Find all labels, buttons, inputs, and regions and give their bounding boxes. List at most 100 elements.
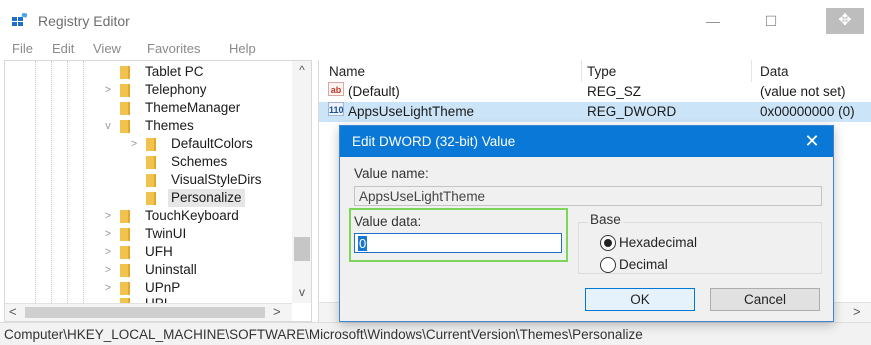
- tree-item-label: Telephony: [145, 82, 207, 97]
- folder-icon: [120, 228, 130, 241]
- folder-icon: [146, 192, 156, 205]
- status-bar: Computer\HKEY_LOCAL_MACHINE\SOFTWARE\Mic…: [0, 322, 871, 345]
- menu-file[interactable]: File: [12, 41, 33, 56]
- tree-item-defaultcolors[interactable]: > DefaultColors: [5, 135, 290, 153]
- tree-vertical-scrollbar[interactable]: ^ v: [292, 61, 311, 303]
- hexadecimal-label[interactable]: Hexadecimal: [619, 235, 697, 250]
- scroll-up-icon[interactable]: ^: [292, 63, 311, 77]
- tree-item-label: TwinUI: [145, 226, 187, 241]
- tree-item-uninstall[interactable]: > Uninstall: [5, 261, 290, 279]
- column-header-data[interactable]: Data: [760, 64, 789, 79]
- tree-item-schemes[interactable]: Schemes: [5, 153, 290, 171]
- folder-icon: [146, 156, 156, 169]
- value-name: (Default): [348, 84, 400, 99]
- tree-item-twinui[interactable]: > TwinUI: [5, 225, 290, 243]
- tree-item-label: Tablet PC: [145, 64, 204, 79]
- ok-button[interactable]: OK: [585, 288, 695, 311]
- expand-arrow-icon[interactable]: >: [101, 225, 115, 243]
- cancel-button[interactable]: Cancel: [710, 288, 820, 311]
- tree-item-label: UFH: [145, 244, 173, 259]
- hexadecimal-radio[interactable]: [600, 235, 616, 251]
- string-value-icon: ab: [328, 82, 344, 96]
- value-type: REG_DWORD: [587, 104, 677, 119]
- tree-item-label: DefaultColors: [171, 136, 253, 151]
- expand-arrow-icon[interactable]: >: [101, 243, 115, 261]
- decimal-label[interactable]: Decimal: [619, 257, 668, 272]
- menu-edit[interactable]: Edit: [52, 41, 74, 56]
- dialog-title-bar[interactable]: Edit DWORD (32-bit) Value ✕: [340, 126, 833, 157]
- tree-item-tablet-pc[interactable]: Tablet PC: [5, 63, 290, 81]
- folder-icon: [120, 84, 130, 97]
- expand-arrow-icon[interactable]: >: [101, 207, 115, 225]
- tree-horizontal-scrollbar[interactable]: < >: [5, 303, 292, 321]
- decimal-radio[interactable]: [600, 257, 616, 273]
- expand-arrow-icon[interactable]: >: [101, 81, 115, 99]
- registry-path: Computer\HKEY_LOCAL_MACHINE\SOFTWARE\Mic…: [4, 327, 643, 342]
- tree-item-label: Schemes: [171, 154, 228, 169]
- scroll-right-icon[interactable]: >: [273, 304, 281, 319]
- folder-open-icon: [120, 120, 130, 133]
- dword-value-icon: 110: [328, 102, 344, 116]
- folder-icon: [120, 66, 130, 79]
- tree-item-label: Uninstall: [145, 262, 197, 277]
- tree-item-touchkeyboard[interactable]: > TouchKeyboard: [5, 207, 290, 225]
- collapse-arrow-icon[interactable]: v: [101, 117, 115, 135]
- column-separator[interactable]: [751, 60, 752, 82]
- folder-icon: [120, 264, 130, 277]
- folder-icon: [146, 138, 156, 151]
- tree-item-ufh[interactable]: > UFH: [5, 243, 290, 261]
- column-separator[interactable]: [581, 60, 582, 82]
- tree-item-label: ThemeManager: [145, 100, 241, 115]
- value-name-field: AppsUseLightTheme: [354, 186, 822, 206]
- tree-item-label: TouchKeyboard: [145, 208, 239, 223]
- folder-icon: [146, 174, 156, 187]
- tree-item-label: UPI: [145, 295, 168, 303]
- tree-item-label: VisualStyleDirs: [171, 172, 262, 187]
- scroll-thumb[interactable]: [294, 237, 310, 261]
- menu-help[interactable]: Help: [229, 41, 256, 56]
- scroll-right-icon[interactable]: >: [853, 304, 861, 319]
- value-row-default[interactable]: ab (Default) REG_SZ (value not set): [319, 82, 871, 102]
- minimize-button[interactable]: —: [698, 10, 728, 32]
- value-name-label: Value name:: [354, 166, 429, 181]
- tree-item-thememanager[interactable]: ThemeManager: [5, 99, 290, 117]
- registry-tree: Tablet PC > Telephony ThemeManager v The…: [4, 60, 312, 322]
- column-header-type[interactable]: Type: [587, 64, 616, 79]
- value-data-input[interactable]: 0: [354, 233, 562, 253]
- value-name: AppsUseLightTheme: [348, 104, 475, 119]
- tree-item-telephony[interactable]: > Telephony: [5, 81, 290, 99]
- expand-arrow-icon[interactable]: >: [127, 135, 141, 153]
- title-bar: Registry Editor — ☐ ✥: [0, 0, 871, 40]
- folder-icon: [120, 210, 130, 223]
- value-data-label: Value data:: [354, 214, 422, 229]
- expand-arrow-icon[interactable]: >: [101, 261, 115, 279]
- tree-item-label: Personalize: [168, 189, 245, 207]
- column-header-name[interactable]: Name: [329, 64, 365, 79]
- close-icon[interactable]: ✕: [798, 129, 826, 153]
- menu-bar: File Edit View Favorites Help: [0, 40, 871, 60]
- value-data-text: 0: [358, 236, 368, 251]
- radio-selected-dot: [604, 239, 612, 247]
- tree-item-visualstyledirs[interactable]: VisualStyleDirs: [5, 171, 290, 189]
- folder-icon: [120, 282, 130, 295]
- tree-item-themes[interactable]: v Themes: [5, 117, 290, 135]
- menu-view[interactable]: View: [93, 41, 121, 56]
- tree-item-label: Themes: [145, 118, 194, 133]
- scroll-left-icon[interactable]: <: [9, 304, 17, 319]
- maximize-button[interactable]: ☐: [756, 10, 786, 32]
- move-icon[interactable]: ✥: [826, 8, 864, 34]
- base-label: Base: [588, 212, 623, 227]
- tree-item-upi[interactable]: UPI: [5, 295, 290, 303]
- tree-item-personalize[interactable]: Personalize: [5, 189, 290, 207]
- value-data: 0x00000000 (0): [760, 104, 855, 119]
- dialog-title: Edit DWORD (32-bit) Value: [352, 134, 516, 149]
- value-row-appsuselighttheme[interactable]: 110 AppsUseLightTheme REG_DWORD 0x000000…: [319, 102, 871, 122]
- folder-icon: [120, 246, 130, 259]
- edit-dword-dialog: Edit DWORD (32-bit) Value ✕ Value name: …: [339, 125, 834, 322]
- folder-icon: [120, 102, 130, 115]
- value-data: (value not set): [760, 84, 846, 99]
- menu-favorites[interactable]: Favorites: [147, 41, 200, 56]
- scroll-thumb[interactable]: [25, 307, 265, 318]
- scroll-down-icon[interactable]: v: [292, 285, 311, 299]
- value-type: REG_SZ: [587, 84, 642, 99]
